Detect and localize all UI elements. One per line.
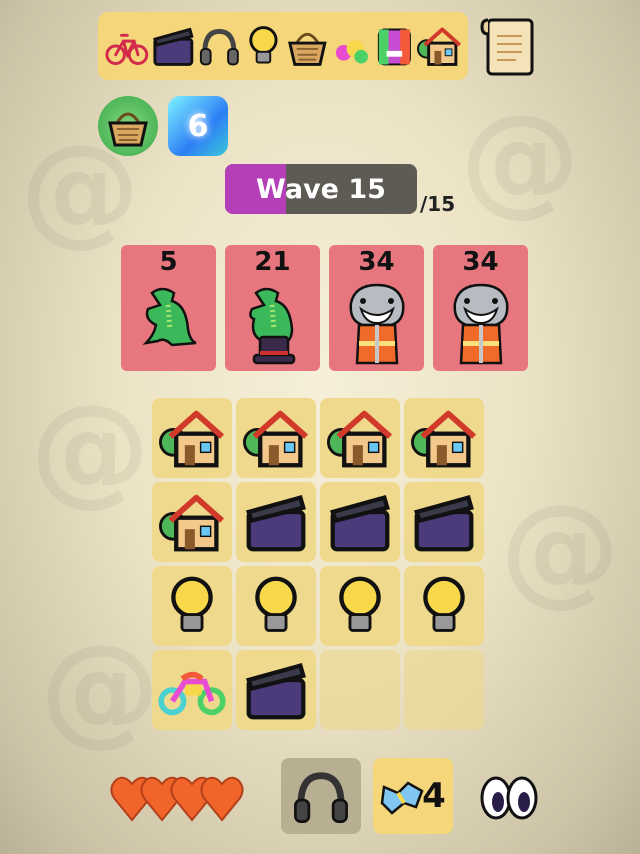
merge-board — [152, 398, 484, 730]
house-icon — [327, 405, 393, 471]
enemy-card[interactable]: 5 — [121, 245, 216, 371]
board-cell[interactable] — [404, 398, 484, 478]
enemy-count: 21 — [254, 247, 291, 277]
candy-icon — [380, 781, 424, 815]
board-cell[interactable] — [152, 650, 232, 730]
enemy-count: 34 — [462, 247, 499, 277]
heart-icon — [200, 776, 244, 822]
headphones-icon — [294, 772, 348, 823]
board-cell[interactable] — [404, 482, 484, 562]
clapperboard-icon — [411, 489, 477, 555]
clapperboard-icon — [243, 489, 309, 555]
board-cell[interactable] — [320, 398, 400, 478]
crystal-value: 6 — [187, 108, 209, 144]
enemy-card[interactable]: 21 — [225, 245, 320, 371]
board-cell[interactable] — [152, 482, 232, 562]
board-cell[interactable] — [320, 566, 400, 646]
house-icon — [159, 489, 225, 555]
headphones-slot[interactable] — [281, 758, 361, 834]
enemy-card[interactable]: 34 — [433, 245, 528, 371]
crocodile-icon — [141, 287, 197, 347]
clapperboard-icon — [327, 489, 393, 555]
bonus-count: 4 — [422, 776, 446, 816]
bicycle-icon[interactable] — [104, 23, 149, 69]
house-icon — [243, 405, 309, 471]
board-cell[interactable] — [236, 650, 316, 730]
equipped-slot-basket[interactable] — [98, 96, 158, 156]
background-pattern: @ — [460, 90, 580, 229]
board-cell[interactable] — [236, 398, 316, 478]
shark-vest-icon — [349, 283, 404, 365]
wave-total: /15 — [420, 192, 456, 216]
eyes-icon[interactable] — [478, 774, 540, 822]
enemy-row: 5 21 34 34 — [121, 245, 528, 371]
lives-hearts — [110, 776, 244, 822]
lightbulb-icon — [162, 573, 222, 639]
board-cell[interactable] — [236, 566, 316, 646]
background-pattern: @ — [30, 380, 150, 519]
wave-progress-bar: Wave 15 — [225, 164, 417, 214]
wave-label: Wave 15 — [256, 173, 386, 205]
bonus-slot[interactable]: 4 — [373, 758, 453, 834]
house-icon — [159, 405, 225, 471]
board-cell[interactable] — [404, 650, 484, 730]
board-cell[interactable] — [236, 482, 316, 562]
lightbulb-icon[interactable] — [244, 23, 283, 69]
clapperboard-icon[interactable] — [151, 23, 196, 69]
board-cell[interactable] — [404, 566, 484, 646]
enemy-count: 34 — [358, 247, 395, 277]
scroll-icon[interactable] — [480, 14, 538, 78]
lightbulb-icon — [330, 573, 390, 639]
lightbulb-icon — [246, 573, 306, 639]
equipped-slot-crystal[interactable]: 6 — [168, 96, 228, 156]
clapperboard-icon — [243, 657, 309, 723]
board-cell[interactable] — [320, 650, 400, 730]
headphones-icon[interactable] — [197, 23, 242, 69]
background-pattern: @ — [500, 480, 620, 619]
house-icon — [411, 405, 477, 471]
crocodile-hat-icon — [248, 287, 295, 365]
equipped-row: 6 — [98, 96, 228, 156]
rainbow-blob-icon[interactable] — [332, 23, 371, 69]
enemy-card[interactable]: 34 — [329, 245, 424, 371]
lightbulb-icon — [414, 573, 474, 639]
enemy-count: 5 — [159, 247, 178, 277]
board-cell[interactable] — [320, 482, 400, 562]
basket-icon — [108, 112, 148, 147]
rainbow-motorcycle-icon — [157, 662, 227, 718]
house-icon[interactable] — [417, 23, 462, 69]
board-cell[interactable] — [152, 566, 232, 646]
basket-icon[interactable] — [285, 23, 330, 69]
board-cell[interactable] — [152, 398, 232, 478]
shark-vest-icon — [453, 283, 508, 365]
rainbow-building-icon[interactable] — [373, 23, 416, 69]
inventory-bar — [98, 12, 468, 80]
background-pattern: @ — [40, 620, 160, 759]
